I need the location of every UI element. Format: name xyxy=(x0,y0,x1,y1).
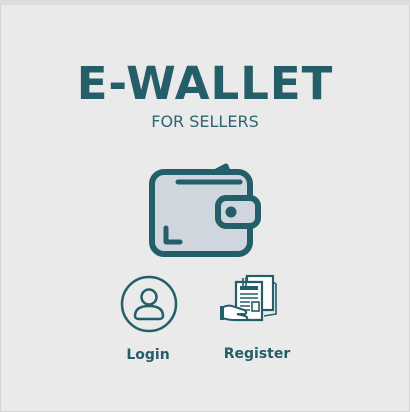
app-title: E-WALLET xyxy=(76,57,334,110)
login-button[interactable]: Login xyxy=(110,346,186,364)
user-circle-icon[interactable] xyxy=(118,273,180,335)
app-subtitle: FOR SELLERS xyxy=(151,112,259,131)
window-titlebar xyxy=(0,0,410,5)
document-register-icon[interactable] xyxy=(220,272,280,332)
wallet-icon xyxy=(149,163,261,257)
register-button[interactable]: Register xyxy=(214,345,300,363)
